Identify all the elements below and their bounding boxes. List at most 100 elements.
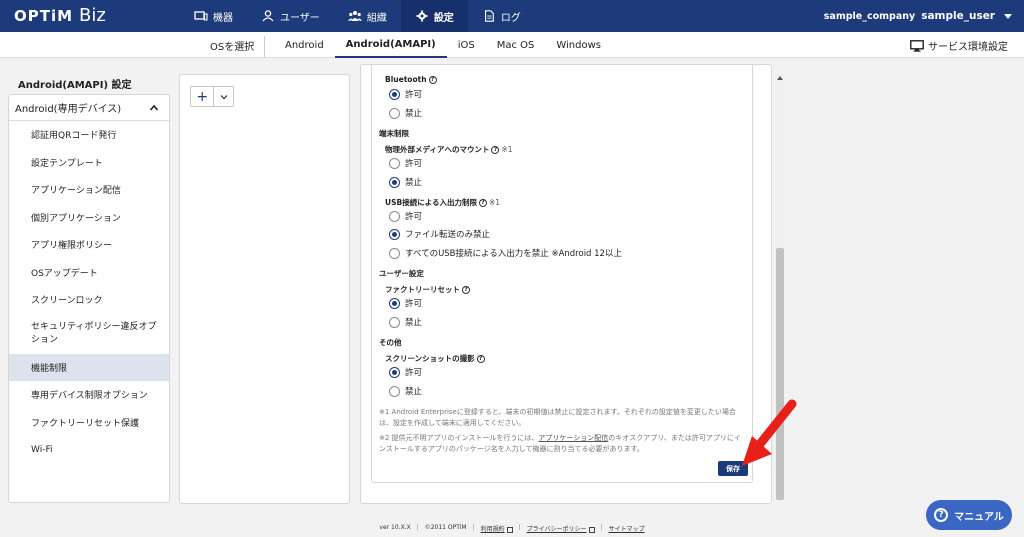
note-mark: ※1: [488, 198, 501, 207]
logo[interactable]: OPTiM Biz: [14, 5, 106, 27]
screenshot-deny-radio[interactable]: 禁止: [389, 385, 422, 397]
external-media-deny-radio[interactable]: 禁止: [389, 176, 422, 188]
top-navigation-bar: OPTiM Biz 機器 ユーザー 組織 設定 ログ sample_compan…: [0, 0, 1024, 32]
sidebar-item-wifi[interactable]: Wi-Fi: [9, 436, 169, 464]
divider: |: [416, 524, 419, 531]
factory-reset-label: ファクトリーリセット ?: [385, 284, 470, 295]
main-nav: 機器 ユーザー 組織 設定 ログ: [180, 0, 535, 32]
nav-users[interactable]: ユーザー: [247, 0, 334, 32]
sidebar-item-screen-lock[interactable]: スクリーンロック: [9, 286, 169, 314]
app-distribution-link[interactable]: アプリケーション配信: [538, 434, 608, 442]
external-link-icon: [588, 526, 595, 533]
service-env-link[interactable]: サービス環境設定: [910, 38, 1008, 53]
chevron-down-icon: [1004, 13, 1012, 19]
tab-android-amapi[interactable]: Android(AMAPI): [334, 32, 447, 58]
sidebar-group-header[interactable]: Android(専用デバイス): [9, 95, 169, 121]
help-icon: ?: [934, 508, 949, 522]
sidebar-item-qr[interactable]: 認証用QRコード発行: [9, 121, 169, 149]
radio-label: ファイル転送のみ禁止: [405, 230, 491, 240]
nav-settings[interactable]: 設定: [400, 0, 468, 32]
radio-circle: [389, 157, 400, 169]
sidebar-item-security-violation[interactable]: セキュリティポリシー違反オプション: [9, 314, 169, 354]
link-text: プライバシーポリシー: [526, 526, 587, 533]
tab-ios[interactable]: iOS: [447, 32, 486, 58]
screenshot-allow-radio[interactable]: 許可: [389, 366, 422, 378]
help-icon[interactable]: ?: [478, 198, 487, 207]
nav-organization[interactable]: 組織: [334, 0, 401, 32]
logo-main: OPTiM: [14, 7, 74, 25]
external-media-allow-radio[interactable]: 許可: [389, 157, 422, 169]
add-button-group: +: [190, 86, 234, 107]
sidebar-title: Android(AMAPI) 設定: [18, 80, 132, 91]
radio-label: 禁止: [405, 387, 423, 397]
sidebar-item-individual-app[interactable]: 個別アプリケーション: [9, 204, 169, 232]
sitemap-link[interactable]: サイトマップ: [609, 524, 645, 536]
divider: |: [518, 524, 521, 531]
scroll-up-icon[interactable]: [777, 76, 783, 80]
user-menu[interactable]: sample_company sample_user: [824, 0, 1012, 32]
usb-all-radio[interactable]: すべてのUSB接続による入出力を禁止 ※Android 12以上: [389, 247, 622, 259]
sidebar-item-os-update[interactable]: OSアップデート: [9, 259, 169, 287]
tab-android[interactable]: Android: [274, 32, 335, 58]
sidebar-item-app-distribution[interactable]: アプリケーション配信: [9, 176, 169, 204]
radio-label: 許可: [405, 90, 423, 100]
manual-button[interactable]: ? マニュアル: [926, 500, 1012, 530]
radio-label: 禁止: [405, 109, 423, 119]
radio-label: 禁止: [405, 318, 423, 328]
section-other: その他: [379, 338, 402, 347]
bluetooth-label: Bluetooth ?: [385, 75, 437, 84]
radio-label: 禁止: [405, 178, 423, 188]
note-mark: ※1: [501, 145, 513, 154]
os-select-label: OSを選択: [210, 42, 255, 53]
sidebar-item-feature-restriction[interactable]: 機能制限: [9, 353, 169, 381]
tab-windows[interactable]: Windows: [545, 32, 612, 58]
chevron-up-icon: [149, 104, 159, 111]
red-arrow-icon: [742, 399, 797, 466]
note-2-text: ※2 提供元不明アプリのインストールを行うには、: [379, 434, 539, 442]
help-icon[interactable]: ?: [428, 75, 437, 84]
radio-label: 許可: [405, 368, 423, 378]
radio-circle: [389, 210, 400, 222]
external-media-label: 物理外部メディアへのマウント ? ※1: [385, 144, 513, 155]
section-user-settings: ユーザー設定: [379, 269, 424, 278]
nav-log[interactable]: ログ: [468, 0, 535, 32]
bluetooth-deny-radio[interactable]: 禁止: [389, 107, 422, 119]
sidebar-group-label: Android(専用デバイス): [15, 104, 122, 115]
help-icon[interactable]: ?: [491, 145, 500, 154]
external-link-icon: [506, 526, 513, 533]
section-device-restriction: 端末制限: [379, 129, 409, 138]
radio-circle: [389, 88, 400, 100]
radio-circle: [389, 176, 400, 188]
label-text: 物理外部メディアへのマウント: [385, 145, 490, 154]
divider: [264, 36, 265, 58]
sidebar-item-dedicated-device[interactable]: 専用デバイス制限オプション: [9, 381, 169, 409]
label-text: スクリーンショットの撮影: [385, 354, 475, 363]
add-button[interactable]: +: [191, 87, 215, 106]
radio-label: 許可: [405, 299, 423, 309]
label-text: Bluetooth: [385, 75, 427, 84]
usb-allow-radio[interactable]: 許可: [389, 210, 422, 222]
add-dropdown-button[interactable]: [214, 87, 233, 106]
divider: |: [472, 524, 475, 531]
tab-macos[interactable]: Mac OS: [486, 32, 546, 58]
sidebar-item-app-permission[interactable]: アプリ権限ポリシー: [9, 231, 169, 259]
log-icon: [484, 10, 494, 22]
factory-reset-allow-radio[interactable]: 許可: [389, 297, 422, 309]
nav-label: ユーザー: [280, 12, 320, 24]
radio-circle: [389, 297, 400, 309]
radio-label: 許可: [405, 159, 423, 169]
os-tab-bar: OSを選択 Android Android(AMAPI) iOS Mac OS …: [0, 32, 1024, 58]
bluetooth-allow-radio[interactable]: 許可: [389, 88, 422, 100]
sidebar-item-factory-reset-protection[interactable]: ファクトリーリセット保護: [9, 409, 169, 437]
usb-file-only-radio[interactable]: ファイル転送のみ禁止: [389, 228, 490, 240]
privacy-link[interactable]: プライバシーポリシー: [527, 524, 595, 536]
copyright: ©2011 OPTiM: [424, 524, 467, 531]
help-icon[interactable]: ?: [476, 354, 485, 363]
chevron-down-icon: [220, 94, 228, 99]
factory-reset-deny-radio[interactable]: 禁止: [389, 316, 422, 328]
terms-link[interactable]: 利用規約: [481, 524, 513, 536]
nav-devices[interactable]: 機器: [180, 0, 247, 32]
device-icon: [194, 11, 208, 21]
sidebar-item-template[interactable]: 設定テンプレート: [9, 149, 169, 177]
help-icon[interactable]: ?: [462, 285, 470, 294]
